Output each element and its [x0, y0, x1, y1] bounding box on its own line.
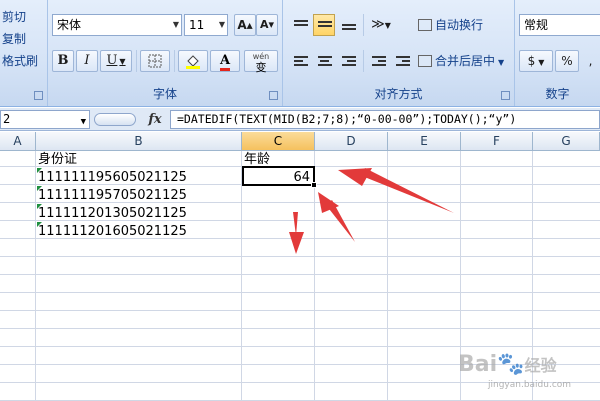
watermark-url: jingyan.baidu.com	[488, 380, 572, 390]
baidu-watermark: Bai🐾经验	[458, 352, 557, 377]
arrow-head	[338, 168, 372, 186]
arrow-down-head	[289, 232, 304, 254]
arrow-to-c2-right	[362, 168, 454, 213]
annotation-arrows	[289, 168, 454, 254]
watermark-cn: 经验	[524, 356, 557, 375]
paw-icon: 🐾	[497, 352, 525, 377]
watermark-text: Bai	[458, 352, 498, 377]
